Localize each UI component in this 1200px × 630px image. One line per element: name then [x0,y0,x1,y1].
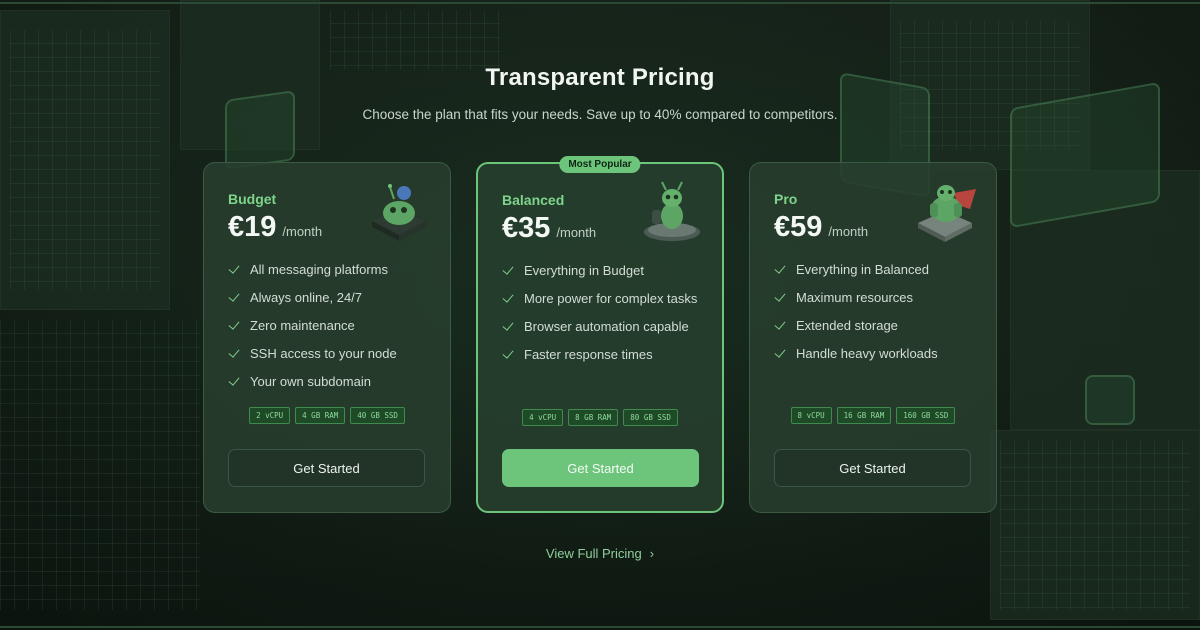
check-icon [228,347,241,360]
feature-text: Everything in Budget [524,263,644,278]
chevron-right-icon: › [649,546,655,561]
feature-text: Everything in Balanced [796,262,929,277]
check-icon [502,348,515,361]
check-icon [228,291,241,304]
spec-ram: 4 GB RAM [295,407,346,424]
check-icon [228,319,241,332]
page-subtitle: Choose the plan that fits your needs. Sa… [362,107,838,122]
view-full-pricing-link[interactable]: View Full Pricing › [0,546,1200,561]
feature-text: Handle heavy workloads [796,346,938,361]
robot-mascot-icon [644,181,700,241]
price-period: /month [828,224,869,239]
feature-item: Your own subdomain [228,372,428,391]
price-period: /month [282,224,323,239]
feature-item: Everything in Balanced [774,260,974,279]
page-title: Transparent Pricing [485,64,715,91]
feature-text: Extended storage [796,318,898,333]
spec-ssd: 160 GB SSD [896,407,956,424]
spec-ram: 8 GB RAM [568,409,619,426]
most-popular-badge: Most Popular [559,156,641,173]
spec-cpu: 4 vCPU [522,409,564,426]
feature-item: SSH access to your node [228,344,428,363]
check-icon [228,263,241,276]
feature-list: All messaging platforms Always online, 2… [228,260,450,391]
spec-ssd: 80 GB SSD [623,409,678,426]
spec-cpu: 8 vCPU [790,407,832,424]
robot-mascot-icon [372,184,426,241]
spec-ram: 16 GB RAM [836,407,892,424]
feature-text: SSH access to your node [250,346,397,361]
feature-item: Zero maintenance [228,316,428,335]
check-icon [774,263,787,276]
plan-card-pro: Pro €59 /month Everything in Balanced Ma… [749,162,997,513]
check-icon [228,375,241,388]
price-period: /month [556,225,597,240]
check-icon [502,264,515,277]
check-icon [502,292,515,305]
feature-text: Maximum resources [796,290,914,305]
feature-text: Always online, 24/7 [250,290,363,305]
plan-card-budget: Budget €19 /month All messaging platform… [203,162,451,513]
feature-text: Browser automation capable [524,319,689,334]
feature-text: Faster response times [524,347,653,362]
robot-mascot-icon [918,185,976,242]
spec-tags: 8 vCPU 16 GB RAM 160 GB SSD [750,407,996,424]
plan-price: €59 [774,211,823,243]
feature-item: More power for complex tasks [502,289,702,308]
feature-item: All messaging platforms [228,260,428,279]
pricing-section: Transparent Pricing Choose the plan that… [0,0,1200,630]
feature-item: Faster response times [502,345,702,364]
get-started-button[interactable]: Get Started [774,449,971,487]
feature-list: Everything in Budget More power for comp… [502,261,722,364]
spec-tags: 4 vCPU 8 GB RAM 80 GB SSD [478,409,722,426]
spec-tags: 2 vCPU 4 GB RAM 40 GB SSD [204,407,450,424]
check-icon [774,319,787,332]
feature-item: Handle heavy workloads [774,344,974,363]
spec-ssd: 40 GB SSD [350,407,405,424]
check-icon [774,347,787,360]
spec-cpu: 2 vCPU [249,407,291,424]
feature-item: Browser automation capable [502,317,702,336]
feature-item: Always online, 24/7 [228,288,428,307]
feature-text: Zero maintenance [250,318,355,333]
plan-card-balanced: Most Popular Balanced €35 /month Everyth… [476,156,724,513]
get-started-button[interactable]: Get Started [502,449,699,487]
plan-price: €35 [502,212,551,244]
feature-text: More power for complex tasks [524,291,698,306]
view-full-pricing-label: View Full Pricing [545,546,642,561]
feature-text: All messaging platforms [250,262,388,277]
check-icon [774,291,787,304]
plan-price: €19 [228,211,277,243]
feature-item: Maximum resources [774,288,974,307]
feature-list: Everything in Balanced Maximum resources… [774,260,996,363]
feature-item: Everything in Budget [502,261,702,280]
check-icon [502,320,515,333]
get-started-button[interactable]: Get Started [228,449,425,487]
feature-item: Extended storage [774,316,974,335]
feature-text: Your own subdomain [250,374,371,389]
